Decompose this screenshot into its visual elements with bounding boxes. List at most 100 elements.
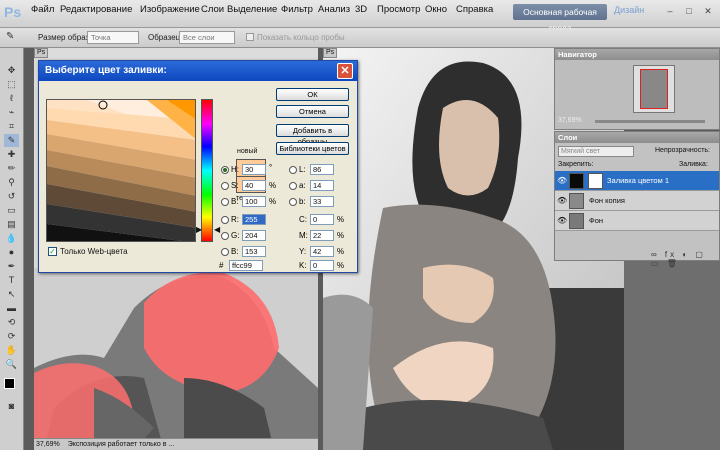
menu-view[interactable]: Просмотр [377, 4, 420, 15]
s-input[interactable]: 40 [242, 180, 266, 191]
sample-select[interactable]: Все слои [179, 31, 235, 44]
menu-window[interactable]: Окно [425, 4, 447, 15]
zoom-tool-icon[interactable]: 🔍 [4, 358, 19, 371]
dodge-tool-icon[interactable]: ● [4, 246, 19, 259]
y-input[interactable]: 42 [310, 246, 334, 257]
eye-icon[interactable]: 👁 [557, 196, 567, 206]
add-to-swatches-button[interactable]: Добавить в образцы [276, 124, 349, 146]
navigator-title[interactable]: Навигатор [555, 49, 719, 60]
brush-tool-icon[interactable]: ✏ [4, 162, 19, 175]
eye-icon[interactable]: 👁 [557, 216, 567, 226]
type-tool-icon[interactable]: T [4, 274, 19, 287]
menu-help[interactable]: Справка [456, 4, 493, 15]
layers-title[interactable]: Слои [555, 132, 719, 143]
workspace-design-link[interactable]: Дизайн [614, 5, 644, 15]
lab-b-input[interactable]: 33 [310, 196, 334, 207]
navigator-view-box[interactable] [640, 69, 668, 109]
menu-select[interactable]: Выделение [227, 4, 277, 15]
menu-edit[interactable]: Редактирование [60, 4, 132, 15]
sample-size-select[interactable]: Точка [87, 31, 139, 44]
foreground-color-swatch[interactable] [4, 378, 15, 389]
layer-name[interactable]: Фон копия [589, 196, 625, 205]
eyedropper-icon[interactable]: ✎ [4, 134, 19, 147]
b-input[interactable]: 100 [242, 196, 266, 207]
ok-button[interactable]: ОК [276, 88, 349, 101]
hex-input[interactable]: ffcc99 [229, 260, 263, 271]
s-radio[interactable] [221, 182, 229, 190]
lab-b-radio[interactable] [289, 198, 297, 206]
quick-select-tool-icon[interactable]: ⌁ [4, 106, 19, 119]
doc1-zoom[interactable]: 37,69% [36, 441, 60, 448]
healing-brush-icon[interactable]: ✚ [4, 148, 19, 161]
move-tool-icon[interactable]: ✥ [4, 64, 19, 77]
clone-stamp-icon[interactable]: ⚲ [4, 176, 19, 189]
doc1-tab[interactable]: Ps [34, 48, 49, 58]
k-input[interactable]: 0 [310, 260, 334, 271]
h-radio[interactable] [221, 166, 229, 174]
minimize-icon[interactable]: – [663, 4, 677, 18]
lasso-tool-icon[interactable]: ℓ [4, 92, 19, 105]
quick-mask-icon[interactable]: ◙ [4, 400, 19, 413]
navigator-zoom[interactable]: 37,69% [558, 117, 582, 124]
close-icon[interactable]: ✕ [337, 63, 353, 79]
hue-slider-left-arrow[interactable]: ▶ [196, 225, 202, 234]
b-radio[interactable] [221, 198, 229, 206]
layer-row-fill[interactable]: 👁 Заливка цветом 1 [555, 171, 719, 191]
hue-slider-right-arrow[interactable]: ◀ [214, 225, 220, 234]
g-radio[interactable] [221, 232, 229, 240]
layer-name[interactable]: Заливка цветом 1 [607, 176, 669, 185]
l-input[interactable]: 86 [310, 164, 334, 175]
menu-layers[interactable]: Слои [201, 4, 224, 15]
l-radio[interactable] [289, 166, 297, 174]
menu-analysis[interactable]: Анализ [318, 4, 350, 15]
eraser-tool-icon[interactable]: ▭ [4, 204, 19, 217]
show-ring-checkbox[interactable] [246, 33, 254, 41]
close-window-icon[interactable]: ✕ [701, 4, 715, 18]
color-field[interactable] [46, 99, 196, 242]
web-only-label[interactable]: Только Web-цвета [60, 247, 128, 256]
layers-footer-icons[interactable]: ∞ fx ◐ ▢ ▭ 🗑 [651, 250, 719, 268]
a-input[interactable]: 14 [310, 180, 334, 191]
shape-tool-icon[interactable]: ▬ [4, 302, 19, 315]
path-select-icon[interactable]: ↖ [4, 288, 19, 301]
menu-image[interactable]: Изображение [140, 4, 200, 15]
gradient-tool-icon[interactable]: ▤ [4, 218, 19, 231]
hand-tool-icon[interactable]: ✋ [4, 344, 19, 357]
3d-rotate-icon[interactable]: ⟲ [4, 316, 19, 329]
toolbox: ✥ ⬚ ℓ ⌁ ⌗ ✎ ✚ ✏ ⚲ ↺ ▭ ▤ 💧 ● ✒ T ↖ ▬ ⟲ ⟳ … [0, 48, 24, 450]
hue-slider[interactable] [201, 99, 213, 242]
eye-icon[interactable]: 👁 [557, 176, 567, 186]
layer-row-bg-copy[interactable]: 👁 Фон копия [555, 191, 719, 211]
m-input[interactable]: 22 [310, 230, 334, 241]
eyedropper-tool-icon[interactable]: ✎ [6, 31, 14, 42]
doc2-tab[interactable]: Ps [323, 48, 338, 58]
r-input[interactable]: 255 [242, 214, 266, 225]
workspace-button[interactable]: Основная рабочая среда [513, 4, 607, 33]
blur-tool-icon[interactable]: 💧 [4, 232, 19, 245]
maximize-icon[interactable]: □ [682, 4, 696, 18]
blend-mode-select[interactable]: Мягкий свет [558, 146, 634, 157]
blue-input[interactable]: 153 [242, 246, 266, 257]
menu-3d[interactable]: 3D [355, 4, 367, 15]
history-brush-icon[interactable]: ↺ [4, 190, 19, 203]
c-input[interactable]: 0 [310, 214, 334, 225]
color-libraries-button[interactable]: Библиотеки цветов [276, 142, 349, 155]
navigator-thumbnail[interactable] [633, 65, 675, 113]
g-input[interactable]: 204 [242, 230, 266, 241]
crop-tool-icon[interactable]: ⌗ [4, 120, 19, 133]
a-radio[interactable] [289, 182, 297, 190]
pen-tool-icon[interactable]: ✒ [4, 260, 19, 273]
marquee-tool-icon[interactable]: ⬚ [4, 78, 19, 91]
cancel-button[interactable]: Отмена [276, 105, 349, 118]
r-radio[interactable] [221, 216, 229, 224]
menu-file[interactable]: Файл [31, 4, 54, 15]
web-only-checkbox[interactable]: ✓ [48, 247, 57, 256]
color-picker-dialog: Выберите цвет заливки: ✕ ▶ ◀ новый текущ… [38, 60, 358, 273]
h-input[interactable]: 30 [242, 164, 266, 175]
3d-camera-icon[interactable]: ⟳ [4, 330, 19, 343]
layer-row-bg[interactable]: 👁 Фон [555, 211, 719, 231]
navigator-zoom-slider[interactable] [595, 120, 705, 123]
layer-name[interactable]: Фон [589, 216, 603, 225]
blue-radio[interactable] [221, 248, 229, 256]
menu-filter[interactable]: Фильтр [281, 4, 313, 15]
